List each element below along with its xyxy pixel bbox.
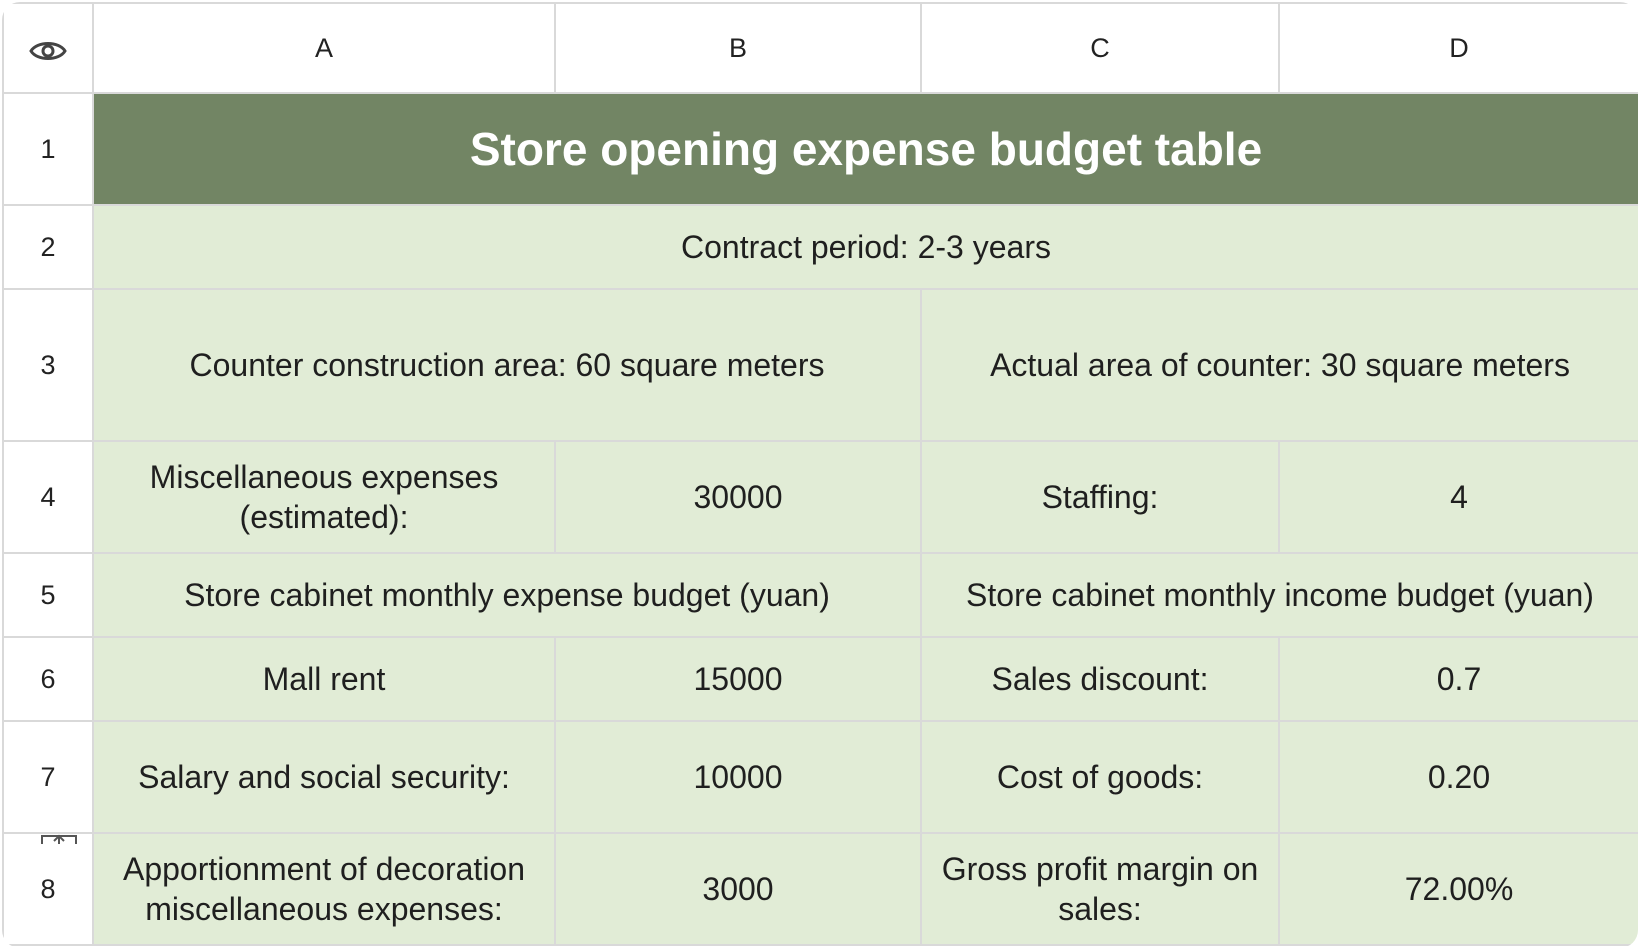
row-header-8: 8	[40, 874, 56, 904]
mall-rent-value-cell[interactable]: 15000	[554, 636, 922, 722]
misc-expenses-value-cell[interactable]: 30000	[554, 440, 922, 554]
staffing-value-cell[interactable]: 4	[1278, 440, 1638, 554]
spreadsheet: A B C D 1 Store opening expense budget t…	[2, 2, 1638, 948]
counter-construction-area-cell[interactable]: Counter construction area: 60 square met…	[92, 288, 922, 442]
row-resize-icon[interactable]	[40, 833, 78, 846]
row-header-4[interactable]: 4	[2, 440, 94, 554]
staffing-label-cell[interactable]: Staffing:	[920, 440, 1280, 554]
gross-margin-value-cell[interactable]: 72.00%	[1278, 832, 1638, 946]
row-header-1[interactable]: 1	[2, 92, 94, 206]
eye-icon[interactable]	[29, 38, 67, 64]
column-header-b[interactable]: B	[554, 2, 922, 94]
decoration-value-cell[interactable]: 3000	[554, 832, 922, 946]
cost-of-goods-value-cell[interactable]: 0.20	[1278, 720, 1638, 834]
budget-grid: A B C D 1 Store opening expense budget t…	[2, 2, 1638, 946]
actual-area-cell[interactable]: Actual area of counter: 30 square meters	[920, 288, 1638, 442]
sales-discount-value-cell[interactable]: 0.7	[1278, 636, 1638, 722]
monthly-income-header-cell[interactable]: Store cabinet monthly income budget (yua…	[920, 552, 1638, 638]
contract-period-cell[interactable]: Contract period: 2-3 years	[92, 204, 1638, 290]
salary-value-cell[interactable]: 10000	[554, 720, 922, 834]
column-header-d[interactable]: D	[1278, 2, 1638, 94]
title-cell[interactable]: Store opening expense budget table	[92, 92, 1638, 206]
row-header-2[interactable]: 2	[2, 204, 94, 290]
mall-rent-label-cell[interactable]: Mall rent	[92, 636, 556, 722]
decoration-label-cell[interactable]: Apportionment of decoration miscellaneou…	[92, 832, 556, 946]
column-header-c[interactable]: C	[920, 2, 1280, 94]
monthly-expense-header-cell[interactable]: Store cabinet monthly expense budget (yu…	[92, 552, 922, 638]
row-header-8-cell[interactable]: 8	[2, 832, 94, 946]
sales-discount-label-cell[interactable]: Sales discount:	[920, 636, 1280, 722]
row-header-7[interactable]: 7	[2, 720, 94, 834]
gross-margin-label-cell[interactable]: Gross profit margin on sales:	[920, 832, 1280, 946]
column-header-a[interactable]: A	[92, 2, 556, 94]
cost-of-goods-label-cell[interactable]: Cost of goods:	[920, 720, 1280, 834]
row-header-5[interactable]: 5	[2, 552, 94, 638]
select-all-corner[interactable]	[2, 2, 94, 94]
misc-expenses-label-cell[interactable]: Miscellaneous expenses (estimated):	[92, 440, 556, 554]
row-header-3[interactable]: 3	[2, 288, 94, 442]
salary-label-cell[interactable]: Salary and social security:	[92, 720, 556, 834]
row-header-6[interactable]: 6	[2, 636, 94, 722]
